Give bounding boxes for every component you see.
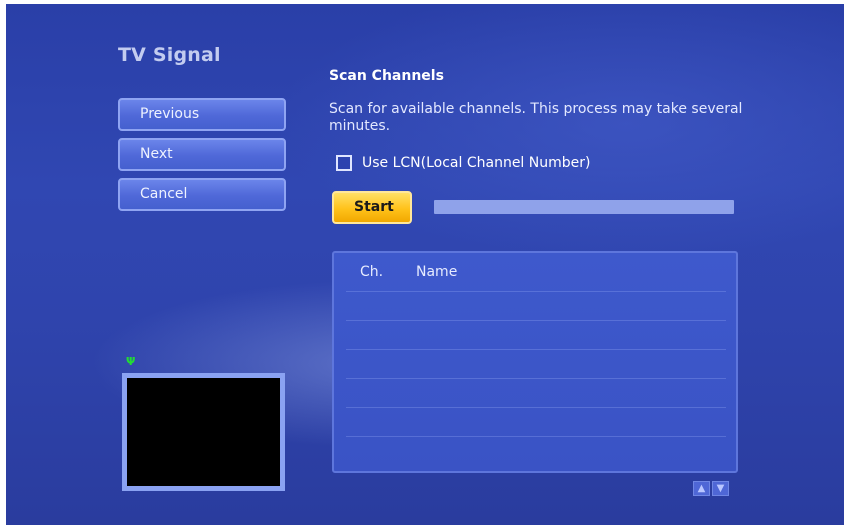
column-header-channel: Ch.: [360, 264, 384, 280]
list-row-divider: [346, 291, 726, 292]
lcn-option[interactable]: Use LCN(Local Channel Number): [336, 155, 590, 171]
previous-button[interactable]: Previous: [118, 98, 286, 131]
cancel-button[interactable]: Cancel: [118, 178, 286, 211]
list-row-divider: [346, 349, 726, 350]
channel-list[interactable]: Ch. Name: [332, 251, 738, 473]
scan-channels-heading: Scan Channels: [329, 68, 444, 84]
tv-preview-window: [122, 373, 285, 491]
tv-setup-screen: TV Signal Previous Next Cancel Scan Chan…: [6, 4, 844, 525]
list-row-divider: [346, 320, 726, 321]
page-title: TV Signal: [118, 44, 221, 66]
list-row-divider: [346, 378, 726, 379]
signal-antenna-icon: Ψ: [126, 355, 136, 368]
next-button[interactable]: Next: [118, 138, 286, 171]
column-header-name: Name: [416, 264, 458, 280]
lcn-checkbox[interactable]: [336, 155, 352, 171]
scan-description: Scan for available channels. This proces…: [329, 101, 743, 134]
list-row-divider: [346, 436, 726, 437]
scan-progress-bar: [434, 200, 734, 214]
lcn-label: Use LCN(Local Channel Number): [362, 155, 591, 171]
list-row-divider: [346, 407, 726, 408]
chevron-down-icon[interactable]: ▼: [712, 481, 729, 496]
start-button[interactable]: Start: [332, 191, 412, 224]
chevron-up-icon[interactable]: ▲: [693, 481, 710, 496]
